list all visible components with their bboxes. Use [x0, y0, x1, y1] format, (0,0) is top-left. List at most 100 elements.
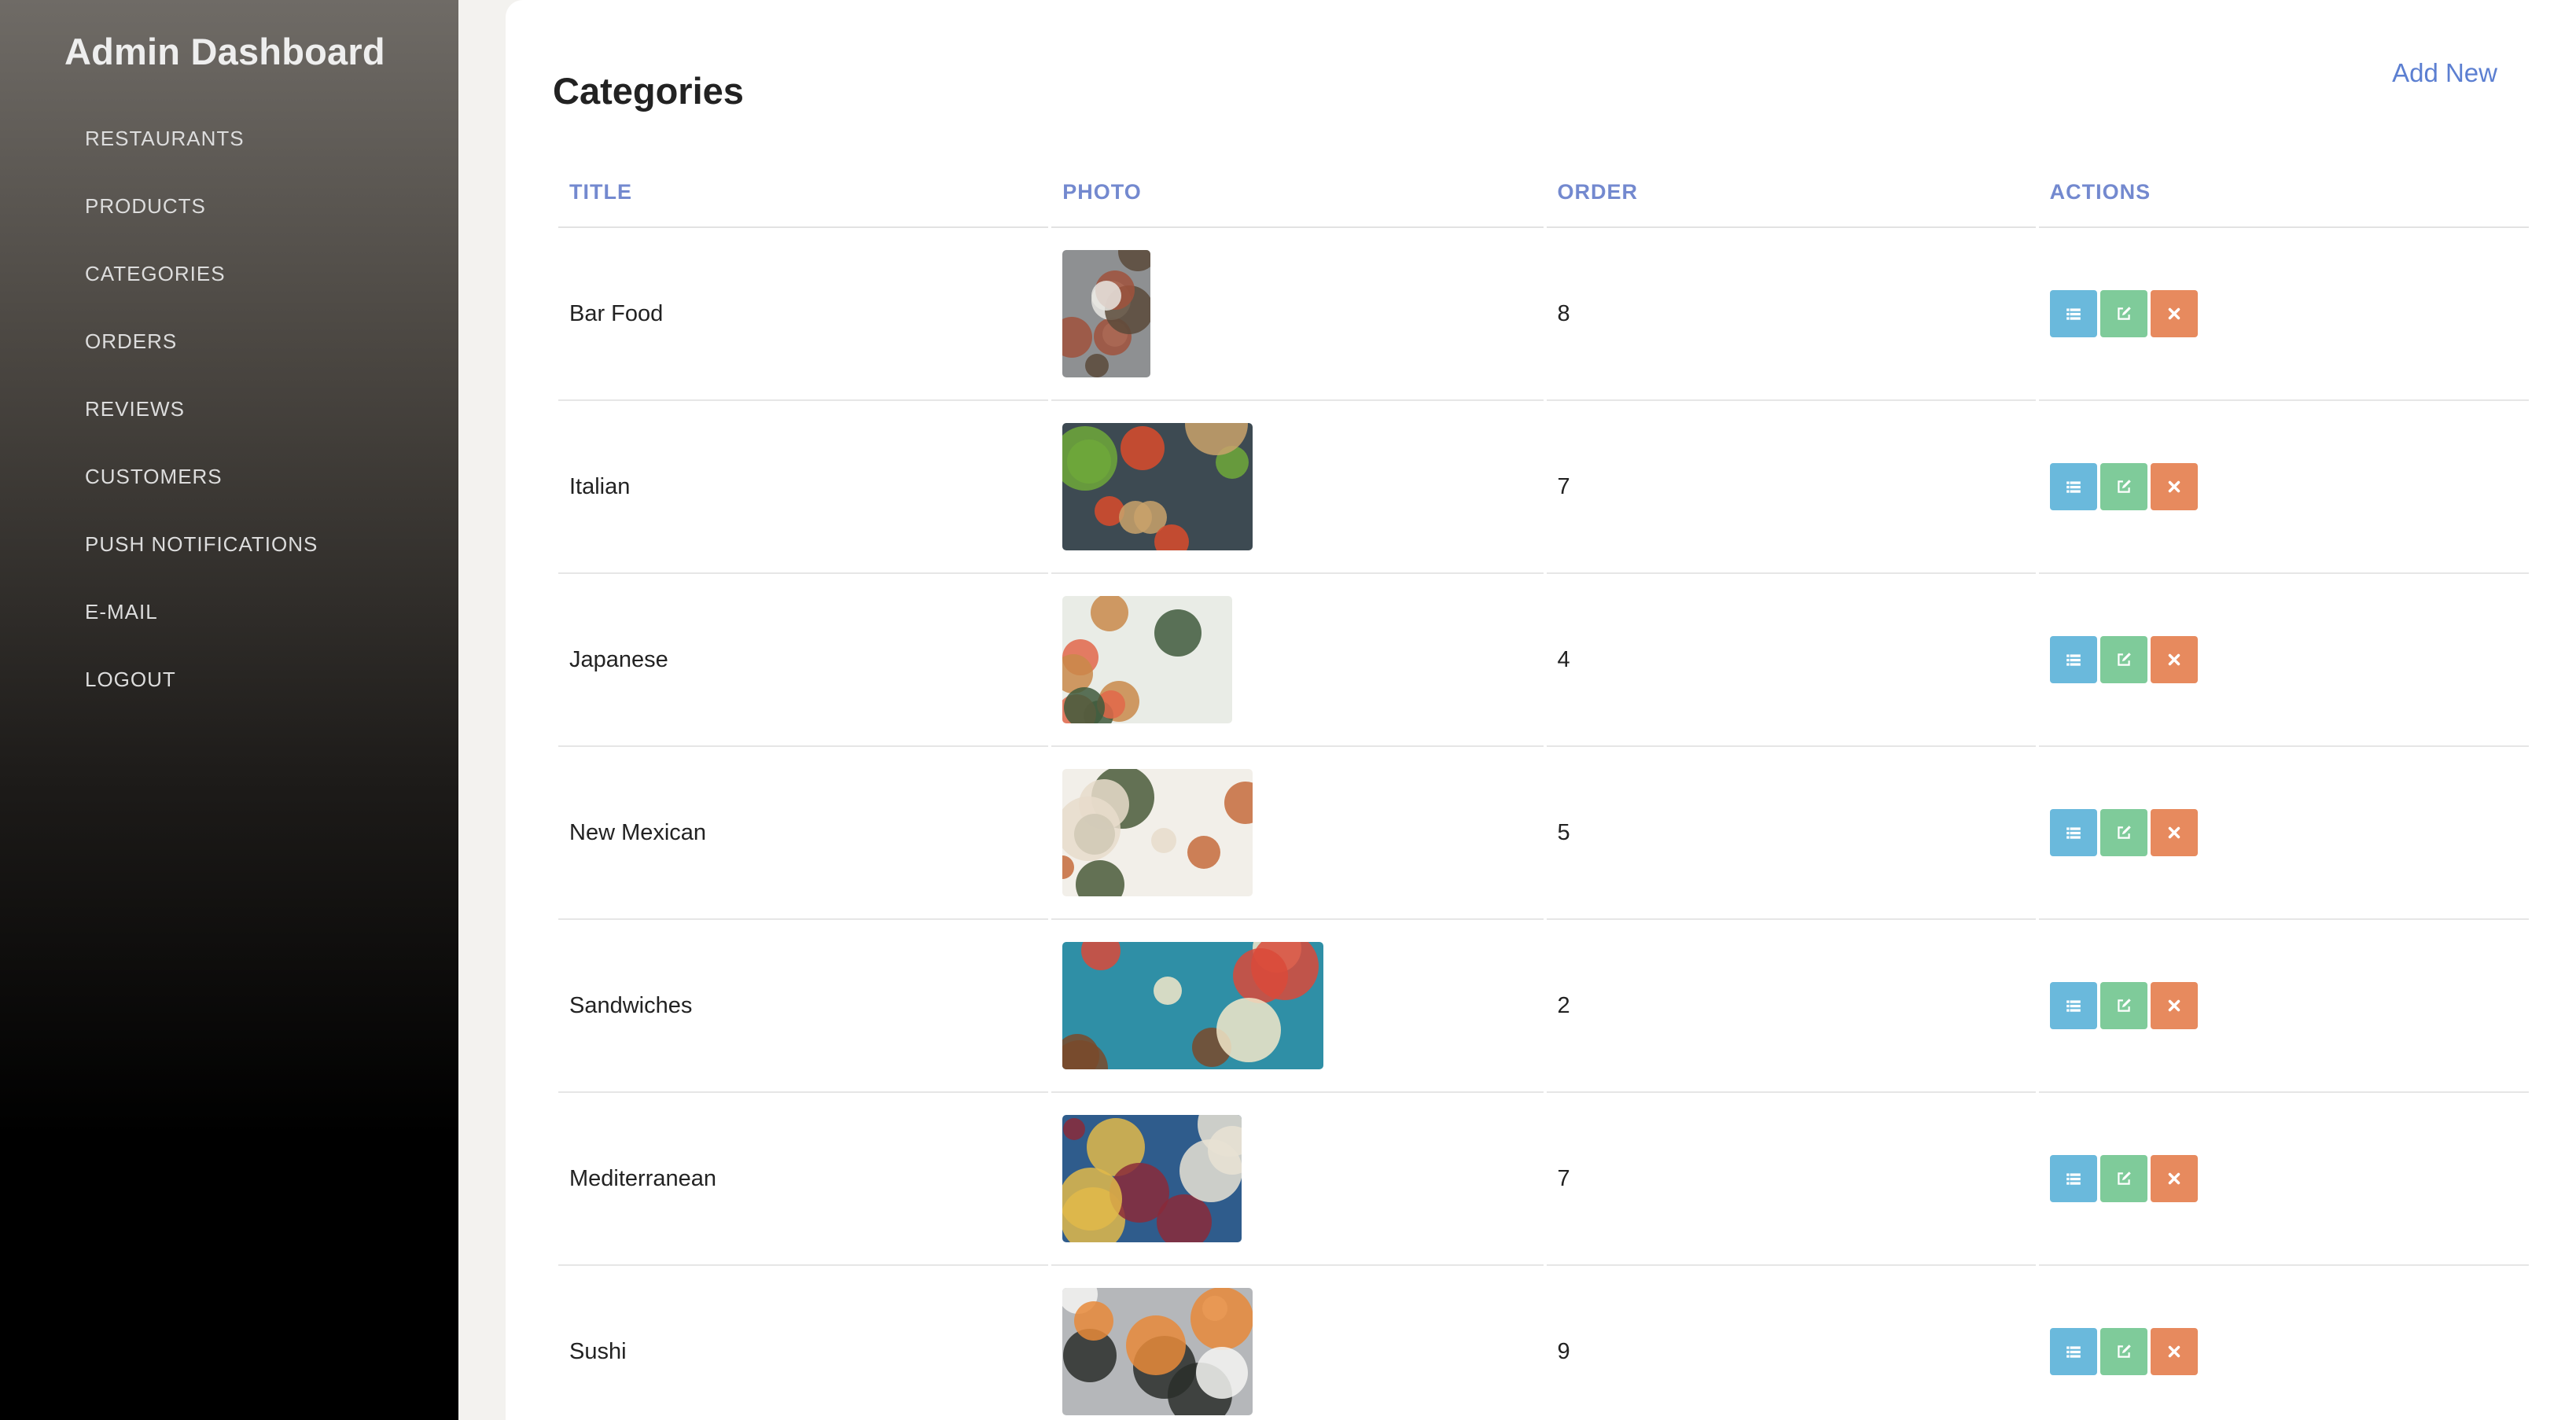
sidebar-item-email[interactable]: E-MAIL [0, 585, 458, 653]
edit-button[interactable] [2099, 982, 2147, 1029]
edit-icon [2117, 653, 2131, 666]
table-row: Sandwiches 2 [558, 920, 2529, 1093]
category-actions [2038, 228, 2529, 401]
category-photo [1062, 423, 1253, 550]
category-title: Japanese [558, 574, 1049, 747]
table-row: Mediterranean 7 [558, 1093, 2529, 1266]
category-actions [2038, 401, 2529, 574]
table-row: Japanese 4 [558, 574, 2529, 747]
view-list-button[interactable] [2049, 1155, 2097, 1202]
view-list-button[interactable] [2049, 463, 2097, 510]
page-title: Categories [553, 70, 744, 112]
delete-button[interactable] [2150, 1155, 2198, 1202]
sidebar-item-orders[interactable]: ORDERS [0, 315, 458, 382]
category-order: 8 [1546, 228, 2036, 401]
table-row: Bar Food 8 [558, 228, 2529, 401]
list-icon [2066, 1173, 2081, 1185]
sidebar-nav: RESTAURANTS PRODUCTS CATEGORIES ORDERS R… [0, 112, 458, 720]
edit-icon [2117, 480, 2131, 493]
sidebar-item-products[interactable]: PRODUCTS [0, 179, 458, 247]
category-order: 2 [1546, 920, 2036, 1093]
column-header-actions: ACTIONS [2038, 157, 2529, 228]
sidebar: Admin Dashboard RESTAURANTS PRODUCTS CAT… [0, 0, 458, 1420]
category-photo-cell [1051, 747, 1544, 920]
category-photo [1062, 250, 1151, 377]
sidebar-item-logout[interactable]: LOGOUT [0, 653, 458, 720]
category-photo-cell [1051, 920, 1544, 1093]
delete-button[interactable] [2150, 982, 2198, 1029]
category-actions [2039, 1266, 2529, 1420]
delete-button[interactable] [2150, 290, 2198, 337]
column-header-photo[interactable]: PHOTO [1051, 157, 1544, 228]
table-row: Sushi 9 [558, 1266, 2529, 1420]
category-photo [1062, 1288, 1253, 1415]
table-header-row: TITLE PHOTO ORDER ACTIONS [558, 157, 2529, 228]
category-order: 5 [1546, 747, 2036, 920]
category-title: Sandwiches [558, 920, 1049, 1093]
edit-button[interactable] [2099, 636, 2147, 683]
table-row: New Mexican 5 [558, 747, 2529, 920]
edit-icon [2117, 1345, 2131, 1358]
main-panel: Categories Add New TITLE PHOTO ORDER ACT… [506, 0, 2576, 1420]
edit-button[interactable] [2099, 290, 2147, 337]
list-icon [2066, 481, 2081, 493]
category-order: 7 [1546, 1093, 2036, 1266]
category-order: 9 [1547, 1266, 2036, 1420]
category-order: 4 [1546, 574, 2036, 747]
delete-button[interactable] [2150, 1328, 2198, 1375]
edit-icon [2117, 307, 2131, 320]
category-actions [2038, 1093, 2529, 1266]
close-icon [2168, 653, 2180, 666]
list-icon [2066, 654, 2081, 666]
category-photo [1062, 942, 1324, 1069]
sidebar-item-customers[interactable]: CUSTOMERS [0, 450, 458, 517]
delete-button[interactable] [2150, 809, 2198, 856]
category-photo-cell [1051, 401, 1544, 574]
table-row: Italian 7 [558, 401, 2529, 574]
category-actions [2038, 574, 2529, 747]
list-icon [2066, 1000, 2081, 1012]
list-icon [2066, 827, 2081, 839]
edit-button[interactable] [2099, 1328, 2147, 1375]
category-photo [1062, 1115, 1242, 1242]
edit-button[interactable] [2099, 809, 2147, 856]
list-icon [2066, 308, 2081, 320]
sidebar-item-restaurants[interactable]: RESTAURANTS [0, 112, 458, 179]
view-list-button[interactable] [2049, 636, 2097, 683]
column-header-order[interactable]: ORDER [1546, 157, 2036, 228]
categories-table: TITLE PHOTO ORDER ACTIONS Bar Food 8 Itali… [555, 157, 2532, 1420]
close-icon [2168, 1172, 2180, 1185]
category-photo-cell [1051, 1266, 1543, 1420]
close-icon [2168, 826, 2180, 839]
sidebar-item-categories[interactable]: CATEGORIES [0, 247, 458, 315]
delete-button[interactable] [2150, 463, 2198, 510]
category-actions [2038, 920, 2529, 1093]
edit-icon [2117, 826, 2131, 839]
column-header-title[interactable]: TITLE [558, 157, 1049, 228]
edit-button[interactable] [2099, 463, 2147, 510]
category-title: Sushi [558, 1266, 1048, 1420]
category-order: 7 [1546, 401, 2036, 574]
view-list-button[interactable] [2049, 1328, 2097, 1375]
category-photo-cell [1051, 228, 1544, 401]
view-list-button[interactable] [2049, 982, 2097, 1029]
list-icon [2066, 1346, 2081, 1358]
category-title: Italian [558, 401, 1049, 574]
category-title: New Mexican [558, 747, 1049, 920]
sidebar-item-push-notifications[interactable]: PUSH NOTIFICATIONS [0, 517, 458, 585]
edit-icon [2117, 999, 2131, 1012]
view-list-button[interactable] [2049, 809, 2097, 856]
delete-button[interactable] [2150, 636, 2198, 683]
brand-title: Admin Dashboard [64, 31, 385, 72]
category-title: Bar Food [558, 228, 1049, 401]
edit-icon [2117, 1172, 2131, 1185]
close-icon [2168, 480, 2180, 493]
category-photo-cell [1051, 574, 1544, 747]
view-list-button[interactable] [2049, 290, 2097, 337]
edit-button[interactable] [2099, 1155, 2147, 1202]
close-icon [2168, 1345, 2180, 1358]
add-new-link[interactable]: Add New [2392, 58, 2497, 88]
category-actions [2038, 747, 2529, 920]
sidebar-item-reviews[interactable]: REVIEWS [0, 382, 458, 450]
category-photo [1062, 596, 1233, 723]
